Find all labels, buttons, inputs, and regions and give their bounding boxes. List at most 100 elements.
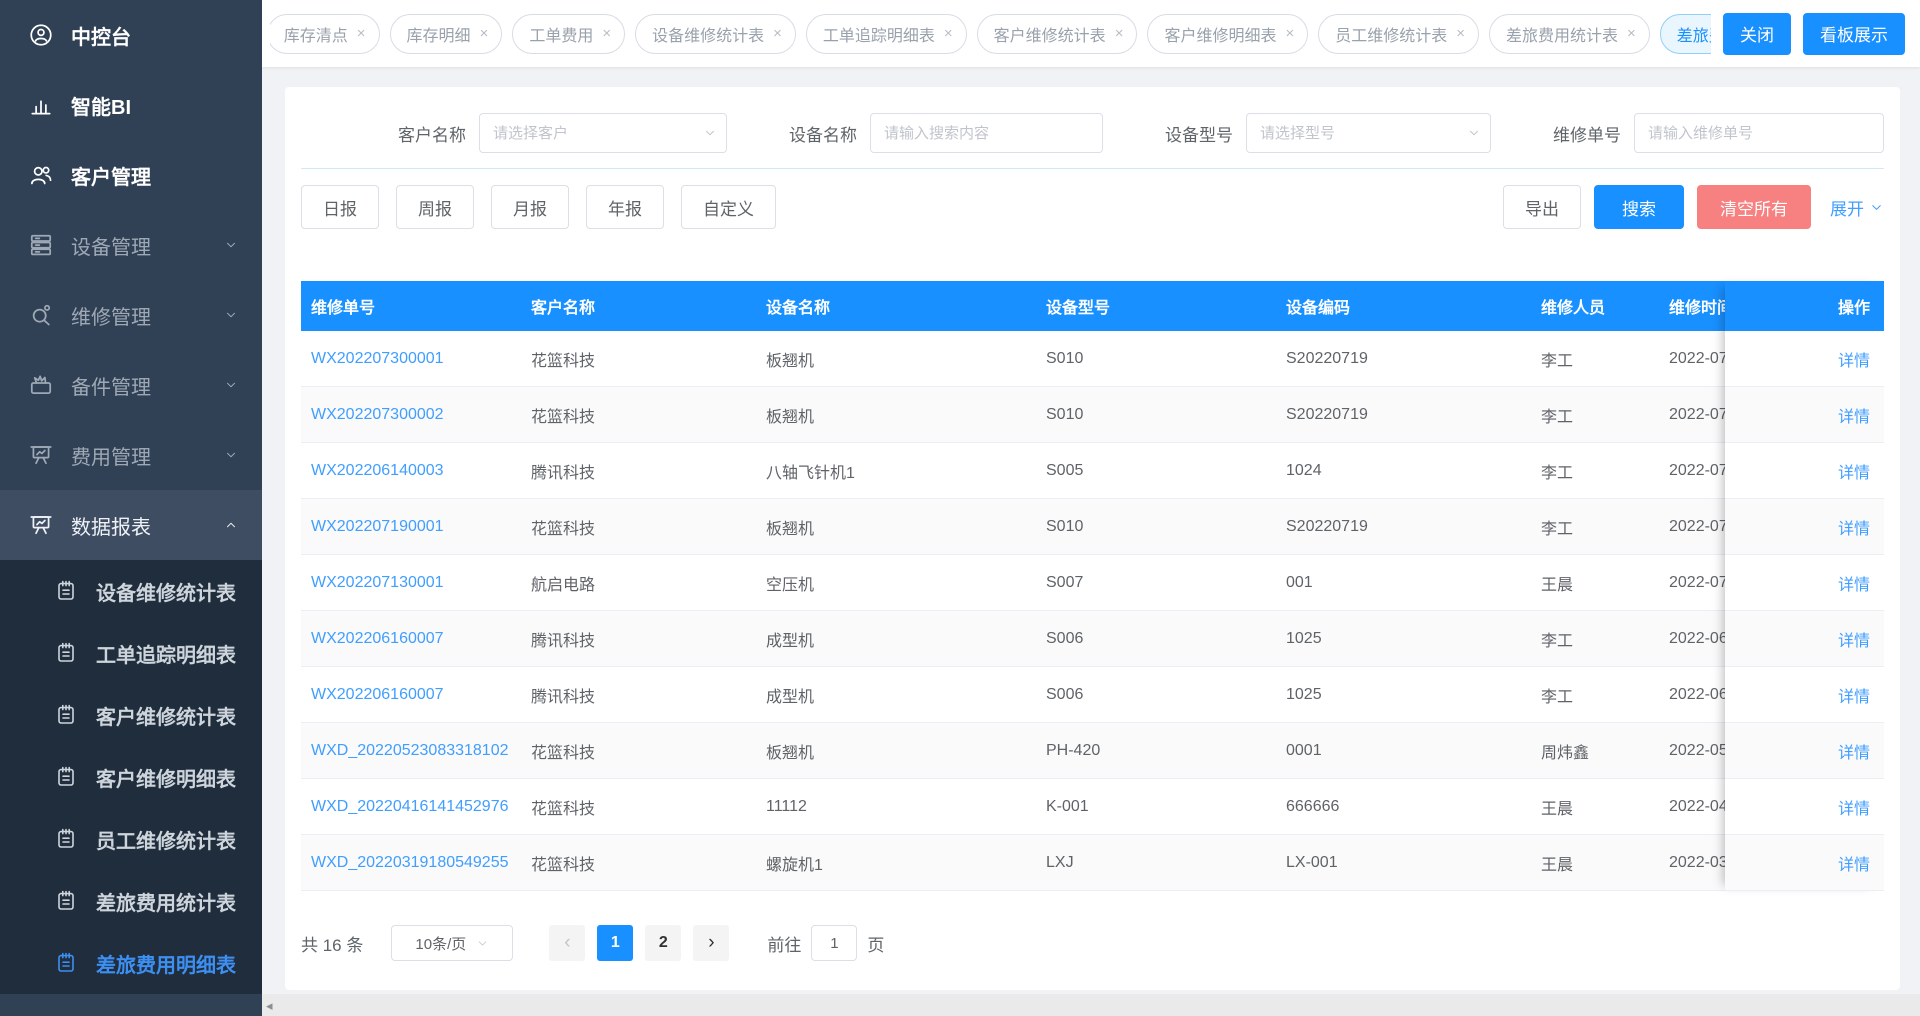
horizontal-scrollbar[interactable]: ◂	[262, 994, 1920, 1016]
period-button-0[interactable]: 日报	[301, 185, 379, 229]
action-column-header: 操作	[1725, 281, 1884, 331]
tab-close-icon[interactable]: ×	[480, 26, 489, 41]
sidebar-item-2[interactable]: 客户管理	[0, 140, 262, 210]
filter-field-2: 设备型号	[1165, 113, 1491, 153]
tab-工单追踪明细表[interactable]: 工单追踪明细表 ×	[805, 13, 967, 54]
sidebar-subitem-5[interactable]: 差旅费用统计表	[0, 870, 262, 932]
sidebar-item-5[interactable]: 备件管理	[0, 350, 262, 420]
tab-差旅费用明细表[interactable]: 差旅费用明细表×	[1659, 13, 1711, 54]
detail-link[interactable]: 详情	[1725, 387, 1884, 443]
tab-差旅费用统计表[interactable]: 差旅费用统计表 ×	[1489, 13, 1650, 54]
order-number-link[interactable]: WX202207300001	[301, 350, 521, 368]
order-number-link[interactable]: WXD_20220416141452976	[301, 798, 521, 816]
period-button-4[interactable]: 自定义	[681, 185, 776, 229]
sidebar-item-7[interactable]: 数据报表	[0, 490, 262, 560]
page-size-select[interactable]: 10条/页	[391, 925, 514, 961]
tab-设备维修统计表[interactable]: 设备维修统计表 ×	[635, 13, 796, 54]
sidebar-item-3[interactable]: 设备管理	[0, 210, 262, 280]
cell-device: 成型机	[766, 632, 815, 650]
period-button-2[interactable]: 月报	[491, 185, 569, 229]
tab-close-icon[interactable]: ×	[1456, 26, 1465, 41]
tab-库存明细[interactable]: 库存明细 ×	[389, 13, 503, 54]
period-button-1[interactable]: 周报	[396, 185, 474, 229]
order-number-link[interactable]: WX202207300002	[301, 406, 521, 424]
tab-close-icon[interactable]: ×	[357, 26, 366, 41]
detail-link[interactable]: 详情	[1725, 667, 1884, 723]
order-number-link[interactable]: WX202206140003	[301, 462, 521, 480]
select-input[interactable]	[479, 113, 727, 153]
notebook-icon	[58, 766, 74, 786]
chevron-up-icon	[227, 522, 235, 528]
sidebar-subitem-1[interactable]: 工单追踪明细表	[0, 622, 262, 684]
cell-customer: 花篮科技	[531, 744, 596, 762]
page-button-1[interactable]: 1	[597, 925, 634, 961]
sidebar-item-0[interactable]: 中控台	[0, 0, 262, 70]
export-button[interactable]: 导出	[1503, 185, 1581, 229]
cell-code: 1025	[1286, 629, 1322, 647]
cell-model: S010	[1046, 517, 1084, 535]
sidebar-submenu: 设备维修统计表工单追踪明细表客户维修统计表 客户维修明细表 员工维修统计表 差旅费用统…	[0, 560, 262, 994]
bi-chart-icon	[31, 100, 51, 115]
sidebar-subitem-label: 工单追踪明细表	[96, 644, 236, 667]
select-input[interactable]	[1246, 113, 1491, 153]
close-tabs-button[interactable]: 关闭	[1723, 12, 1791, 55]
filter-input	[870, 113, 1103, 153]
text-input[interactable]	[870, 113, 1103, 153]
cell-device: 11112	[766, 797, 807, 815]
expand-toggle[interactable]: 展开	[1830, 195, 1884, 220]
detail-link[interactable]: 详情	[1725, 835, 1884, 891]
sidebar-subitem-6[interactable]: 差旅费用明细表	[0, 932, 262, 994]
cell-customer: 花篮科技	[531, 408, 596, 426]
board-display-button[interactable]: 看板展示	[1803, 12, 1905, 55]
sidebar-item-6[interactable]: 费用管理	[0, 420, 262, 490]
page-button-2[interactable]: 2	[645, 925, 682, 961]
cell-worker: 李工	[1541, 352, 1574, 370]
tab-客户维修统计表[interactable]: 客户维修统计表 ×	[976, 13, 1138, 54]
search-button[interactable]: 搜索	[1594, 185, 1684, 229]
tab-工单费用[interactable]: 工单费用 ×	[512, 13, 626, 54]
chevron-down-icon	[227, 242, 235, 248]
chevron-down-icon	[227, 312, 235, 318]
tab-员工维修统计表[interactable]: 员工维修统计表 ×	[1318, 13, 1480, 54]
column-header-4: 设备编码	[1286, 300, 1351, 317]
detail-link[interactable]: 详情	[1725, 443, 1884, 499]
tab-close-icon[interactable]: ×	[1115, 26, 1124, 41]
order-number-link[interactable]: WX202207190001	[301, 518, 521, 536]
tab-close-icon[interactable]: ×	[602, 26, 611, 41]
page-size-value: 10条/页	[415, 935, 467, 953]
order-number-link[interactable]: WXD_20220523083318102	[301, 742, 521, 760]
cell-model: K-001	[1046, 797, 1089, 815]
sidebar-subitem-0[interactable]: 设备维修统计表	[0, 560, 262, 622]
detail-link[interactable]: 详情	[1725, 723, 1884, 779]
order-number-link[interactable]: WXD_20220319180549255	[301, 854, 521, 872]
next-page-button[interactable]: ›	[693, 925, 730, 961]
detail-link[interactable]: 详情	[1725, 331, 1884, 387]
tab-close-icon[interactable]: ×	[1627, 26, 1636, 41]
order-number-link[interactable]: WX202207130001	[301, 574, 521, 592]
sidebar-item-4[interactable]: 维修管理	[0, 280, 262, 350]
repair-icon	[32, 304, 51, 326]
sidebar-item-1[interactable]: 智能BI	[0, 70, 262, 140]
sidebar-subitem-4[interactable]: 员工维修统计表	[0, 808, 262, 870]
period-button-3[interactable]: 年报	[586, 185, 664, 229]
order-number-link[interactable]: WX202206160007	[301, 630, 521, 648]
goto-page-input[interactable]	[811, 925, 858, 961]
detail-link[interactable]: 详情	[1725, 611, 1884, 667]
text-input[interactable]	[1634, 113, 1884, 153]
tab-库存清点[interactable]: 库存清点 ×	[270, 13, 380, 54]
goto-unit-label: 页	[867, 935, 885, 955]
tab-close-icon[interactable]: ×	[1285, 26, 1294, 41]
tab-客户维修明细表[interactable]: 客户维修明细表 ×	[1147, 13, 1309, 54]
clear-all-button[interactable]: 清空所有	[1697, 185, 1811, 229]
tab-close-icon[interactable]: ×	[773, 26, 782, 41]
table-header-row: 维修单号 客户名称 设备名称 设备型号 设备编码 维修人员 维修时间	[301, 281, 1884, 331]
detail-link[interactable]: 详情	[1725, 499, 1884, 555]
tab-close-icon[interactable]: ×	[944, 26, 953, 41]
sidebar-subitem-3[interactable]: 客户维修明细表	[0, 746, 262, 808]
detail-link[interactable]: 详情	[1725, 779, 1884, 835]
sidebar-subitem-2[interactable]: 客户维修统计表	[0, 684, 262, 746]
prev-page-button[interactable]: ‹	[549, 925, 586, 961]
cell-model: S006	[1046, 629, 1084, 647]
order-number-link[interactable]: WX202206160007	[301, 686, 521, 704]
detail-link[interactable]: 详情	[1725, 555, 1884, 611]
